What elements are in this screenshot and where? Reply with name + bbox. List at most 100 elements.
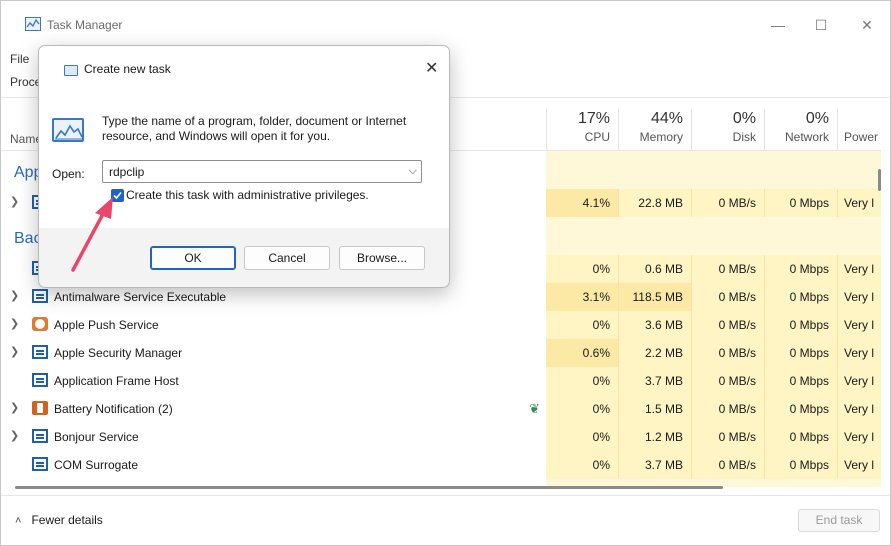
memory-label: Memory	[639, 130, 683, 144]
dialog-close-button[interactable]: ✕	[425, 58, 438, 78]
cancel-button[interactable]: Cancel	[244, 246, 330, 270]
disk-cell: 0 MB/s	[692, 283, 765, 311]
power-cell: Very l	[838, 395, 881, 423]
cpu-cell: 4.1%	[546, 189, 619, 217]
process-name: COM Surrogate	[54, 458, 139, 472]
horizontal-scrollbar[interactable]	[15, 486, 723, 489]
cpu-cell: 0%	[546, 311, 619, 339]
table-row[interactable]: ❯ Apple Security Manager 0.6% 2.2 MB 0 M…	[1, 339, 881, 367]
network-total: 0%	[805, 110, 829, 127]
cpu-cell: 0%	[546, 423, 619, 451]
chevron-right-icon[interactable]: ❯	[10, 401, 19, 414]
power-cell: Very l	[838, 255, 881, 283]
network-label: Network	[784, 130, 829, 144]
memory-total: 44%	[650, 110, 683, 127]
cpu-cell: 0%	[546, 367, 619, 395]
run-program-icon	[52, 118, 84, 142]
memory-cell: 3.7 MB	[619, 367, 692, 395]
memory-cell: 118.5 MB	[619, 283, 692, 311]
network-cell: 0 Mbps	[765, 255, 838, 283]
vertical-scrollbar[interactable]	[878, 169, 881, 191]
browse-button[interactable]: Browse...	[339, 246, 425, 270]
network-cell: 0 Mbps	[765, 395, 838, 423]
disk-cell: 0 MB/s	[692, 255, 765, 283]
process-icon	[32, 289, 48, 303]
memory-cell: 22.8 MB	[619, 189, 692, 217]
column-header-memory[interactable]: 44% Memory	[619, 109, 692, 151]
battery-icon	[32, 401, 48, 415]
open-combobox[interactable]: ⌵	[102, 160, 422, 183]
tab-processes[interactable]: Proce	[10, 75, 41, 89]
maximize-button[interactable]: ☐	[812, 16, 830, 34]
dialog-title: Create new task	[84, 62, 171, 76]
chevron-right-icon[interactable]: ❯	[10, 317, 19, 330]
memory-cell: 1.2 MB	[619, 423, 692, 451]
minimize-button[interactable]: —	[769, 16, 787, 34]
chevron-right-icon[interactable]: ❯	[10, 429, 19, 442]
table-row[interactable]: ❯ Battery Notification (2) ❦ 0% 1.5 MB 0…	[1, 395, 881, 423]
power-label: Power us	[844, 130, 881, 144]
process-icon	[32, 429, 48, 443]
close-button[interactable]: ✕	[858, 16, 876, 34]
power-cell: Very l	[838, 367, 881, 395]
cpu-total: 17%	[577, 110, 610, 127]
memory-cell: 1.5 MB	[619, 395, 692, 423]
network-cell: 0 Mbps	[765, 367, 838, 395]
table-row[interactable]: Application Frame Host 0% 3.7 MB 0 MB/s …	[1, 367, 881, 395]
chevron-right-icon[interactable]: ❯	[10, 345, 19, 358]
disk-total: 0%	[732, 110, 756, 127]
network-cell: 0 Mbps	[765, 451, 838, 479]
menu-file[interactable]: File	[10, 52, 29, 66]
admin-privileges-checkbox[interactable]	[111, 189, 124, 202]
title-bar[interactable]: Task Manager — ☐ ✕	[1, 1, 890, 47]
divider	[1, 495, 890, 496]
window-title: Task Manager	[47, 18, 123, 32]
memory-cell: 0.6 MB	[619, 255, 692, 283]
power-cell: Very l	[838, 451, 881, 479]
chevron-right-icon[interactable]: ❯	[10, 289, 19, 302]
open-input[interactable]	[109, 164, 389, 180]
process-name: Apple Security Manager	[54, 346, 183, 360]
network-cell: 0 Mbps	[765, 283, 838, 311]
process-icon	[32, 373, 48, 387]
table-row[interactable]: COM Surrogate 0% 3.7 MB 0 MB/s 0 Mbps Ve…	[1, 451, 881, 479]
column-header-power[interactable]: Power us	[838, 109, 881, 151]
column-header-disk[interactable]: 0% Disk	[692, 109, 765, 151]
process-name: Apple Push Service	[54, 318, 159, 332]
chevron-right-icon[interactable]: ❯	[10, 195, 19, 208]
admin-privileges-label[interactable]: Create this task with administrative pri…	[126, 188, 369, 202]
disk-cell: 0 MB/s	[692, 367, 765, 395]
cpu-cell: 0.6%	[546, 339, 619, 367]
run-dialog-title-icon	[64, 65, 78, 76]
fewer-details-label: Fewer details	[31, 513, 103, 527]
checkmark-icon	[113, 191, 122, 200]
cpu-cell: 0%	[546, 451, 619, 479]
fewer-details-button[interactable]: ˄ Fewer details	[15, 513, 103, 527]
network-cell: 0 Mbps	[765, 423, 838, 451]
table-row[interactable]: ❯ Bonjour Service 0% 1.2 MB 0 MB/s 0 Mbp…	[1, 423, 881, 451]
apple-push-icon	[32, 317, 48, 331]
disk-cell: 0 MB/s	[692, 311, 765, 339]
process-icon	[32, 457, 48, 471]
chevron-down-icon[interactable]: ⌵	[409, 165, 417, 178]
disk-cell: 0 MB/s	[692, 395, 765, 423]
column-header-network[interactable]: 0% Network	[765, 109, 838, 151]
dialog-description: Type the name of a program, folder, docu…	[102, 114, 407, 143]
cpu-cell: 0%	[546, 395, 619, 423]
table-row[interactable]: ❯ Apple Push Service 0% 3.6 MB 0 MB/s 0 …	[1, 311, 881, 339]
power-cell: Very l	[838, 189, 881, 217]
power-cell: Very l	[838, 339, 881, 367]
disk-cell: 0 MB/s	[692, 339, 765, 367]
disk-cell: 0 MB/s	[692, 451, 765, 479]
ok-button[interactable]: OK	[150, 246, 236, 270]
task-manager-icon	[25, 17, 41, 31]
process-name: Battery Notification (2)	[54, 402, 173, 416]
column-header-cpu[interactable]: 17% CPU	[546, 109, 619, 151]
network-cell: 0 Mbps	[765, 189, 838, 217]
chevron-up-icon: ˄	[15, 515, 22, 527]
process-name: Bonjour Service	[54, 430, 139, 444]
power-cell: Very l	[838, 283, 881, 311]
process-name: Application Frame Host	[54, 374, 179, 388]
create-new-task-dialog: Create new task ✕ Type the name of a pro…	[38, 45, 450, 288]
end-task-button[interactable]: End task	[798, 509, 880, 532]
